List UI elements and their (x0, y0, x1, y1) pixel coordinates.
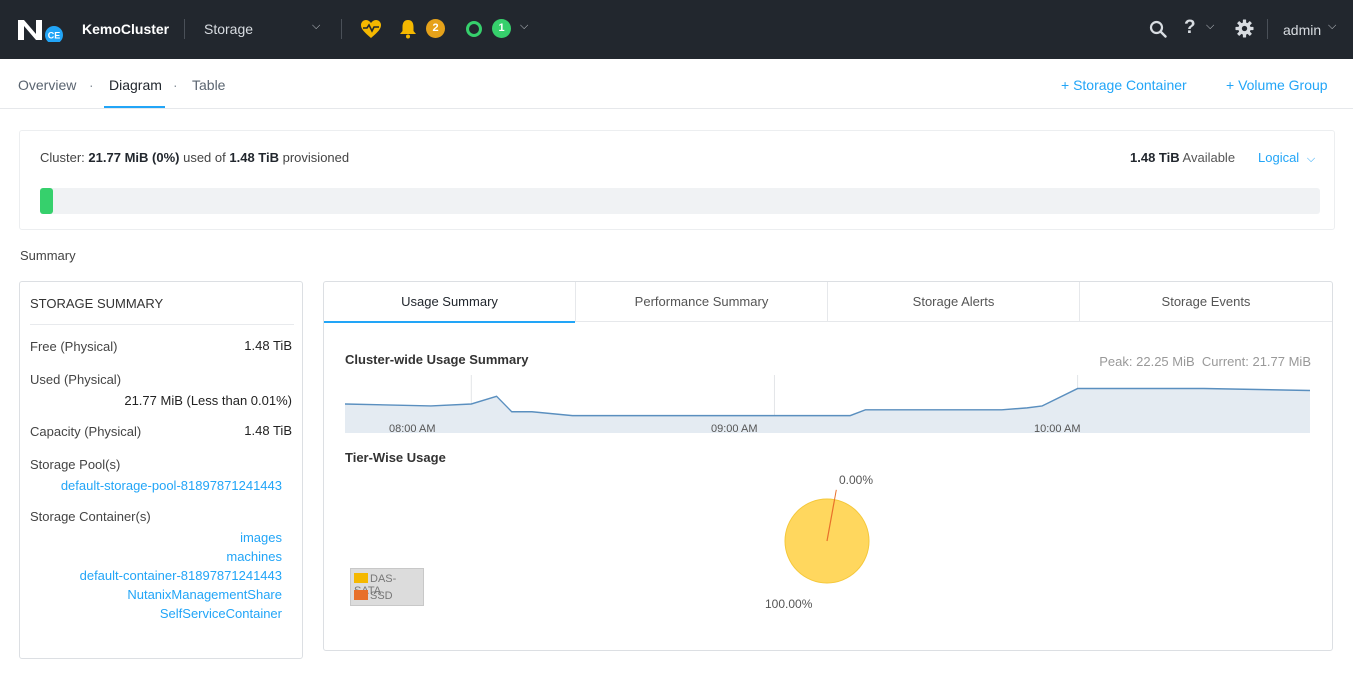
free-physical-value: 1.48 TiB (244, 338, 292, 353)
storage-details-panel: Usage Summary Performance Summary Storag… (323, 281, 1333, 651)
chevron-down-icon[interactable]: ⌵ (1206, 20, 1214, 33)
usage-area-chart[interactable] (345, 375, 1310, 433)
divider (184, 19, 185, 39)
cluster-name: KemoCluster (82, 21, 170, 37)
storage-pools-label: Storage Pool(s) (30, 457, 121, 472)
cluster-used-of: used of (183, 150, 226, 165)
summary-heading: Summary (20, 248, 76, 263)
capacity-physical-label: Capacity (Physical) (30, 424, 142, 439)
container-link-images[interactable]: images (240, 530, 282, 545)
container-link-machines[interactable]: machines (226, 549, 282, 564)
legend-label: SSD (370, 590, 393, 602)
tasks-count-badge[interactable]: 1 (492, 19, 511, 38)
cluster-available-value: 1.48 TiB (1130, 150, 1180, 165)
usage-area-series (345, 388, 1310, 433)
nutanix-logo[interactable]: CE (18, 18, 64, 42)
cluster-available: 1.48 TiB Available (1130, 150, 1235, 165)
tier-usage-title: Tier-Wise Usage (345, 450, 446, 465)
logo-badge-text: CE (48, 31, 61, 41)
usage-current-label: Current: 21.77 MiB (1201, 354, 1311, 369)
divider (1267, 19, 1268, 39)
alerts-count-badge[interactable]: 2 (426, 19, 445, 38)
tab-separator: · (173, 77, 178, 93)
storage-summary-panel: STORAGE SUMMARY Free (Physical) 1.48 TiB… (19, 281, 303, 659)
cluster-provisioned-value: 1.48 TiB (229, 150, 279, 165)
free-physical-label: Free (Physical) (30, 339, 118, 354)
heart-pulse-icon[interactable] (360, 19, 382, 39)
chevron-down-icon[interactable]: ⌵ (1328, 20, 1336, 33)
chevron-down-icon: ⌵ (1306, 153, 1316, 165)
chevron-down-icon[interactable]: ⌵ (312, 20, 320, 33)
view-tabs-bar: Overview · Diagram · Table + Storage Con… (0, 59, 1353, 109)
view-mode-label: Logical (1258, 150, 1300, 165)
ring-icon[interactable] (466, 21, 482, 37)
tab-storage-events[interactable]: Storage Events (1080, 282, 1332, 322)
usage-peak-current: Peak: 22.25 MiB Current: 21.77 MiB (1099, 354, 1311, 369)
tab-diagram[interactable]: Diagram (109, 77, 162, 93)
help-icon[interactable]: ? (1184, 17, 1196, 39)
gear-icon[interactable] (1235, 19, 1254, 38)
bell-icon[interactable] (399, 19, 417, 39)
cluster-usage-summary: Cluster: 21.77 MiB (0%) used of 1.48 TiB… (40, 150, 349, 165)
view-mode-dropdown[interactable]: Logical ⌵ (1258, 150, 1315, 166)
x-tick-label: 08:00 AM (389, 423, 436, 435)
legend-swatch (354, 590, 368, 600)
pie-label-leader (834, 489, 837, 500)
usage-chart-title: Cluster-wide Usage Summary (345, 352, 529, 367)
container-link-default[interactable]: default-container-81897871241443 (80, 568, 282, 583)
tab-performance-summary[interactable]: Performance Summary (576, 282, 828, 322)
x-tick-label: 09:00 AM (711, 423, 758, 435)
used-physical-label: Used (Physical) (30, 372, 122, 387)
capacity-physical-value: 1.48 TiB (244, 423, 292, 438)
tab-table[interactable]: Table (192, 77, 225, 93)
top-navigation-bar: CE KemoCluster Storage ⌵ 2 1 ⌵ ? ⌵ admin… (0, 0, 1353, 59)
tab-overview[interactable]: Overview (18, 77, 76, 93)
section-selector[interactable]: Storage (204, 21, 253, 37)
active-tab-indicator (104, 106, 165, 108)
tab-storage-alerts[interactable]: Storage Alerts (828, 282, 1080, 322)
container-link-self-service[interactable]: SelfServiceContainer (160, 606, 282, 621)
chevron-down-icon[interactable]: ⌵ (520, 20, 528, 33)
cluster-usage-bar-fill (40, 188, 53, 214)
cluster-used-value: 21.77 MiB (0%) (88, 150, 180, 165)
legend-item-ssd[interactable]: SSD (354, 590, 393, 602)
search-icon[interactable] (1149, 20, 1167, 38)
pie-slice-label-ssd: 0.00% (839, 473, 874, 487)
used-physical-value: 21.77 MiB (Less than 0.01%) (124, 393, 292, 408)
tab-separator: · (89, 77, 94, 93)
pie-slice-label-das-sata: 100.00% (765, 597, 813, 611)
tier-legend: DAS-SATA SSD (350, 568, 424, 606)
cluster-provisioned-label: provisioned (282, 150, 350, 165)
user-menu[interactable]: admin (1283, 22, 1321, 38)
tab-usage-summary[interactable]: Usage Summary (324, 282, 576, 323)
cluster-usage-bar (40, 188, 1320, 214)
details-tabs: Usage Summary Performance Summary Storag… (324, 282, 1332, 323)
cluster-prefix: Cluster: (40, 150, 85, 165)
cluster-available-label: Available (1182, 150, 1236, 165)
add-storage-container-button[interactable]: + Storage Container (1061, 77, 1187, 93)
container-link-management-share[interactable]: NutanixManagementShare (127, 587, 282, 602)
storage-summary-title: STORAGE SUMMARY (30, 296, 164, 311)
tier-usage-pie-chart[interactable] (764, 470, 894, 600)
legend-swatch (354, 573, 368, 583)
cluster-usage-card: Cluster: 21.77 MiB (0%) used of 1.48 TiB… (19, 130, 1335, 230)
x-tick-label: 10:00 AM (1034, 423, 1081, 435)
storage-containers-label: Storage Container(s) (30, 509, 151, 524)
usage-peak-label: Peak: 22.25 MiB (1099, 354, 1195, 369)
divider (30, 324, 294, 325)
add-volume-group-button[interactable]: + Volume Group (1226, 77, 1328, 93)
divider (341, 19, 342, 39)
storage-pool-link[interactable]: default-storage-pool-81897871241443 (61, 478, 282, 493)
